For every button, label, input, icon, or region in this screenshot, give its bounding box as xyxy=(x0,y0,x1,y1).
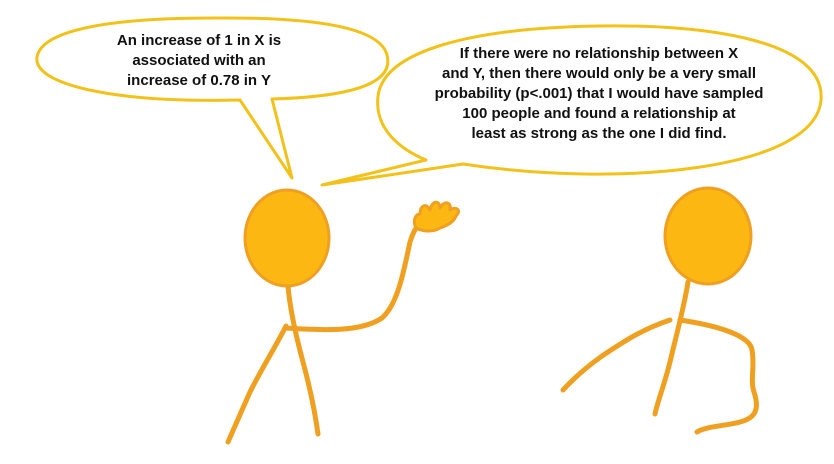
stick-figure-right-head xyxy=(663,186,753,286)
speech-bubble-right-text: If there were no relationship between Xa… xyxy=(434,45,764,142)
speech-bubble-left-text: An increase of 1 in X is associated with … xyxy=(116,32,282,89)
stick-figure-left-head xyxy=(243,188,331,288)
stick-figure-left-hand xyxy=(412,200,460,233)
stick-figure-left-arm-lower xyxy=(225,323,289,445)
stick-figure-right xyxy=(560,186,759,435)
stick-figure-left xyxy=(225,188,460,445)
stick-figure-left-body xyxy=(285,283,321,437)
stick-figure-right-body xyxy=(652,279,691,417)
stick-figure-right-arm-right xyxy=(677,317,759,435)
comic-scene: An increase of 1 in X is associated with … xyxy=(0,0,834,464)
stick-figure-right-arm-left xyxy=(560,317,673,393)
